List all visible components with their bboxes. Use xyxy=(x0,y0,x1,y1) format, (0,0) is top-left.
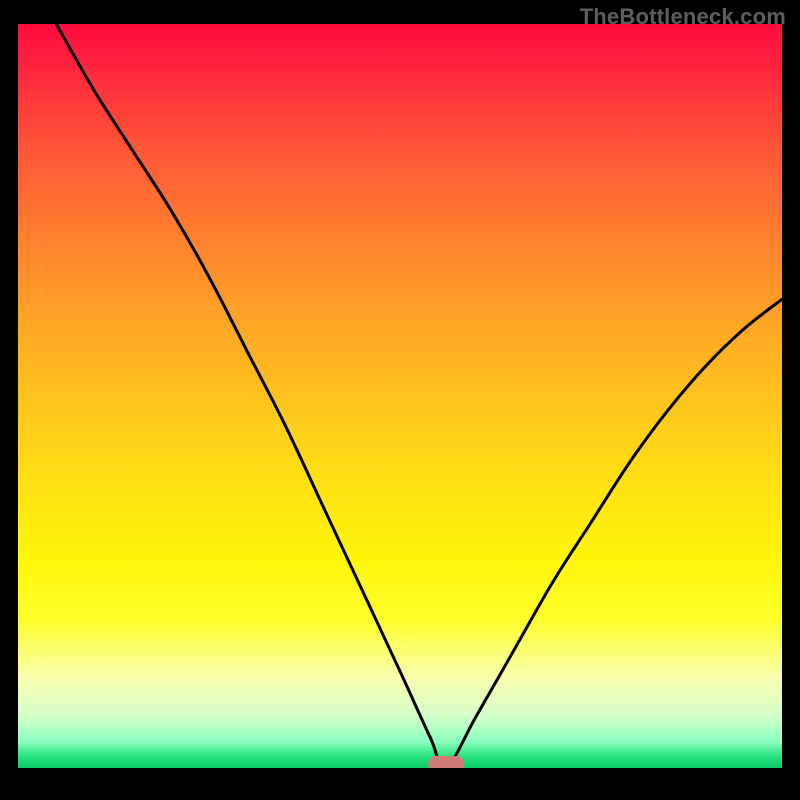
plot-area xyxy=(18,24,782,768)
watermark-text: TheBottleneck.com xyxy=(580,4,786,30)
chart-frame: TheBottleneck.com xyxy=(0,0,800,800)
optimum-marker xyxy=(428,756,464,768)
bottleneck-curve xyxy=(18,24,782,768)
